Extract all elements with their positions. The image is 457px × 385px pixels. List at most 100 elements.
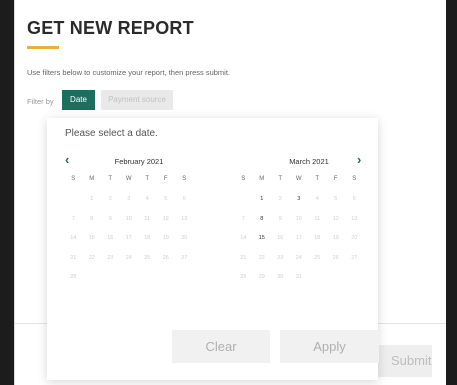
calendar-day[interactable]: 15 (253, 229, 272, 249)
calendar-day[interactable]: 9 (101, 210, 120, 230)
calendar-day[interactable]: 26 (327, 249, 346, 269)
weekday-label: W (295, 176, 302, 182)
calendar-day[interactable]: 28 (64, 268, 83, 288)
calendar-day[interactable]: 12 (157, 210, 176, 230)
calendar-day[interactable]: 21 (234, 249, 253, 269)
calendar-empty-cell (308, 268, 327, 288)
calendar-week-row: 123456 (234, 190, 364, 210)
apply-button[interactable]: Apply (280, 330, 379, 363)
weekday-label: S (71, 176, 76, 182)
datepicker-prompt: Please select a date. (65, 128, 158, 139)
calendar-day[interactable]: 7 (64, 210, 83, 230)
calendar-empty-cell (327, 268, 346, 288)
weekday-label: M (89, 176, 95, 182)
calendar-day[interactable]: 25 (138, 249, 157, 269)
calendar-day[interactable]: 2 (101, 190, 120, 210)
calendar-day[interactable]: 8 (83, 210, 102, 230)
chevron-left-icon[interactable]: ‹ (65, 153, 69, 166)
calendar-day[interactable]: 19 (157, 229, 176, 249)
calendar-week-row: 14 15 16 17 18 19 20 (234, 229, 364, 249)
filter-label: Filter by (27, 97, 54, 106)
calendar-week-row: 7 8 9 10 11 12 13 (64, 210, 194, 230)
calendar-day[interactable]: 16 (101, 229, 120, 249)
calendar-day[interactable]: 20 (175, 229, 194, 249)
weekday-label: T (108, 176, 113, 182)
weekday-label: S (352, 176, 357, 182)
calendar-day[interactable]: 8 (253, 210, 272, 230)
weekday-header-row: SMTWTFS (64, 176, 194, 190)
calendar-empty-cell (138, 268, 157, 288)
calendar-day[interactable]: 23 (101, 249, 120, 269)
calendar-day[interactable]: 24 (120, 249, 139, 269)
calendar-day[interactable]: 15 (83, 229, 102, 249)
weekday-label: T (278, 176, 283, 182)
calendar-day[interactable]: 12 (327, 210, 346, 230)
calendar-empty-cell (234, 190, 253, 210)
calendar-week-row: 123456 (64, 190, 194, 210)
calendar-day[interactable]: 3 (290, 190, 309, 210)
calendar-day[interactable]: 4 (308, 190, 327, 210)
weekday-label: T (315, 176, 320, 182)
calendar-february: S M T W T F S 1 2 3 4 5 6 7 8 9 10 11 12 13 14 15 16 17 18 19 20 21… (64, 176, 194, 288)
calendar-day[interactable]: 19 (327, 229, 346, 249)
weekday-label: W (125, 176, 132, 182)
calendar-day[interactable]: 28 (234, 268, 253, 288)
calendar-day[interactable]: 16 (271, 229, 290, 249)
calendar-day[interactable]: 2 (271, 190, 290, 210)
calendar-day[interactable]: 30 (271, 268, 290, 288)
calendar-day[interactable]: 6 (345, 190, 364, 210)
calendar-day[interactable]: 14 (64, 229, 83, 249)
page-title: GET NEW REPORT (27, 18, 194, 38)
filter-payment-source-button[interactable]: Payment source (101, 90, 173, 110)
calendar-empty-cell (175, 268, 194, 288)
calendar-day[interactable]: 11 (138, 210, 157, 230)
clear-button[interactable]: Clear (172, 330, 270, 363)
calendar-empty-cell (345, 268, 364, 288)
calendar-day[interactable]: 4 (138, 190, 157, 210)
calendar-day[interactable]: 17 (120, 229, 139, 249)
calendar-day[interactable]: 5 (157, 190, 176, 210)
calendar-week-row: 7 8 9 10 11 12 13 (234, 210, 364, 230)
calendar-day[interactable]: 27 (345, 249, 364, 269)
month-title-march: March 2021 (289, 157, 329, 166)
calendar-day[interactable]: 14 (234, 229, 253, 249)
calendar-day[interactable]: 22 (83, 249, 102, 269)
calendar-empty-cell (120, 268, 139, 288)
calendar-week-row: 21 22 23 24 25 26 27 (234, 249, 364, 269)
calendar-day[interactable]: 22 (253, 249, 272, 269)
calendar-day[interactable]: 29 (253, 268, 272, 288)
calendar-day[interactable]: 18 (308, 229, 327, 249)
weekday-label: F (163, 176, 168, 182)
calendar-day[interactable]: 11 (308, 210, 327, 230)
weekday-label: S (182, 176, 187, 182)
calendar-day[interactable]: 20 (345, 229, 364, 249)
calendar-empty-cell (64, 190, 83, 210)
weekday-label: S (241, 176, 246, 182)
calendar-day[interactable]: 27 (175, 249, 194, 269)
calendar-day[interactable]: 10 (120, 210, 139, 230)
calendar-day[interactable]: 1 (253, 190, 272, 210)
calendar-day[interactable]: 25 (308, 249, 327, 269)
calendar-week-row: 14 15 16 17 18 19 20 (64, 229, 194, 249)
calendar-day[interactable]: 21 (64, 249, 83, 269)
calendar-day[interactable]: 1 (83, 190, 102, 210)
calendar-day[interactable]: 13 (345, 210, 364, 230)
calendar-day[interactable]: 31 (290, 268, 309, 288)
title-underline (27, 46, 59, 49)
calendar-day[interactable]: 6 (175, 190, 194, 210)
calendar-day[interactable]: 13 (175, 210, 194, 230)
calendar-day[interactable]: 23 (271, 249, 290, 269)
calendar-day[interactable]: 26 (157, 249, 176, 269)
calendar-day[interactable]: 3 (120, 190, 139, 210)
calendar-day[interactable]: 5 (327, 190, 346, 210)
calendar-day[interactable]: 18 (138, 229, 157, 249)
filter-date-button[interactable]: Date (62, 90, 95, 110)
calendar-day[interactable]: 17 (290, 229, 309, 249)
calendar-day[interactable]: 7 (234, 210, 253, 230)
chevron-right-icon[interactable]: › (357, 153, 361, 166)
calendar-day[interactable]: 24 (290, 249, 309, 269)
calendar-day[interactable]: 10 (290, 210, 309, 230)
weekday-header-row: SMTWTFS (234, 176, 364, 190)
calendar-day[interactable]: 9 (271, 210, 290, 230)
calendar-week-row: 28 (64, 268, 194, 288)
